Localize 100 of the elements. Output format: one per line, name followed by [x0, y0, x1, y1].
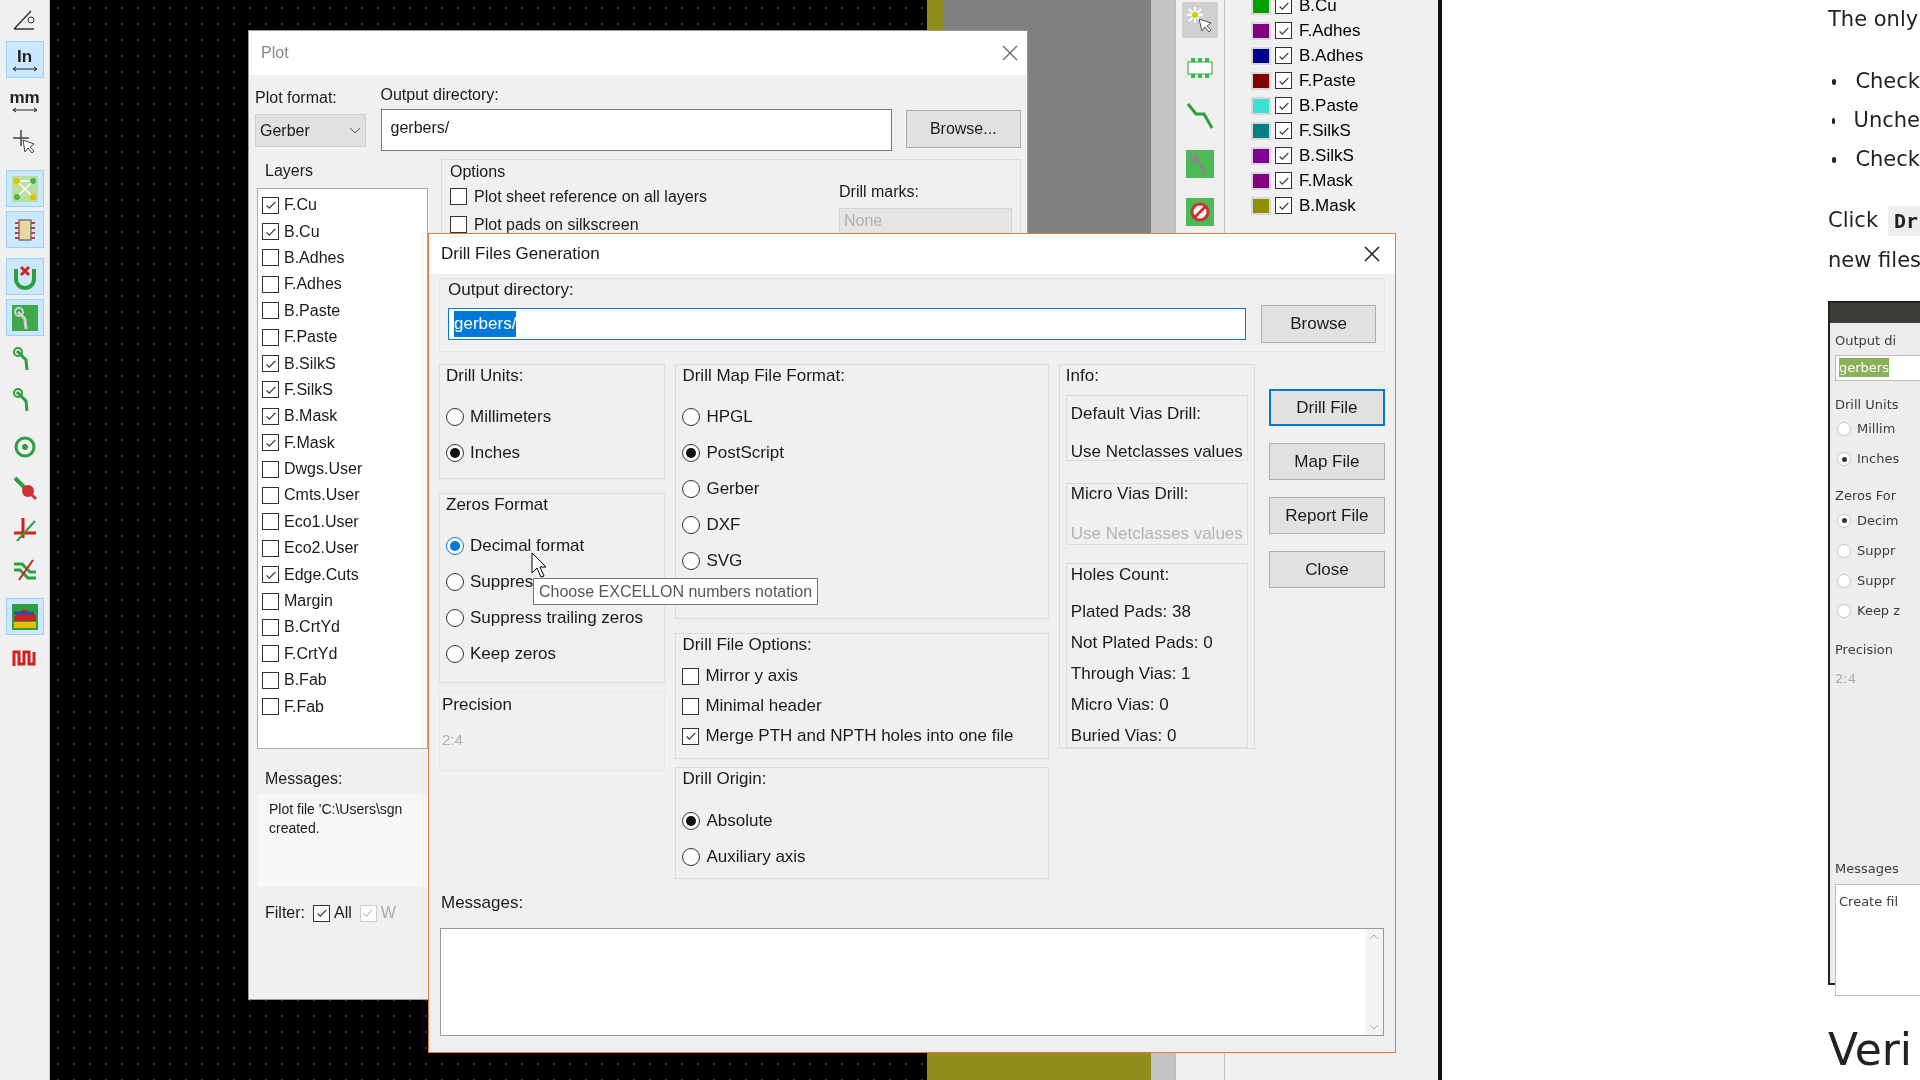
radio-label: Auxiliary axis — [706, 846, 806, 869]
precision-value: 2:4 — [442, 730, 464, 750]
checkbox[interactable] — [1275, 47, 1292, 64]
output-directory-field[interactable]: gerbers/ — [380, 109, 892, 151]
radio-button[interactable] — [682, 480, 701, 498]
layer-color-swatch[interactable] — [1251, 71, 1271, 90]
list-item-text: Check — [1855, 145, 1920, 173]
tool-button[interactable] — [5, 598, 44, 635]
unit-button[interactable]: mm — [5, 82, 44, 119]
radio-button[interactable] — [682, 408, 701, 426]
checkbox[interactable] — [1275, 72, 1292, 89]
checkbox[interactable] — [1275, 0, 1292, 14]
checkbox[interactable] — [450, 216, 467, 233]
layer-name: F.SilkS — [284, 379, 333, 400]
checkbox[interactable] — [262, 671, 279, 689]
checkbox[interactable] — [262, 513, 279, 531]
checkbox[interactable] — [262, 487, 279, 504]
format-dropdown[interactable]: Gerber — [255, 114, 366, 147]
message-text: Create fil — [1839, 894, 1899, 909]
checkbox[interactable] — [262, 275, 279, 293]
checkbox[interactable] — [262, 196, 279, 214]
checkbox[interactable] — [262, 434, 279, 452]
radio-button[interactable] — [682, 516, 701, 534]
checkbox[interactable] — [1275, 122, 1292, 139]
unit-button[interactable]: In — [5, 41, 44, 78]
checkbox[interactable] — [262, 698, 279, 716]
checkbox[interactable] — [1275, 172, 1292, 189]
radio-button[interactable] — [682, 444, 701, 462]
tool-button[interactable] — [5, 211, 44, 248]
layer-color-swatch[interactable] — [1251, 0, 1271, 15]
checkbox[interactable] — [262, 407, 279, 425]
radio-button[interactable] — [446, 573, 464, 591]
layer-color-swatch[interactable] — [1251, 146, 1271, 165]
checkbox[interactable] — [450, 188, 467, 205]
no-entry-icon — [1185, 197, 1215, 227]
checkbox[interactable] — [262, 381, 279, 399]
checkbox[interactable] — [262, 355, 279, 373]
checkbox[interactable] — [262, 592, 279, 610]
radio-button[interactable] — [446, 645, 464, 663]
track-icon — [1185, 101, 1215, 131]
checkbox[interactable] — [1275, 22, 1292, 39]
group-label: Precision — [442, 694, 513, 714]
radio-button[interactable] — [682, 848, 701, 866]
checkbox[interactable] — [1275, 147, 1292, 164]
layer-name: B.Paste — [1299, 94, 1359, 117]
checkbox[interactable] — [1275, 197, 1292, 214]
radio-label: Keep z — [1857, 601, 1901, 620]
radio-button[interactable] — [446, 444, 464, 462]
dialog-button[interactable]: Drill File — [1268, 389, 1385, 426]
checkbox[interactable] — [682, 697, 700, 715]
layer-name: Dwgs.User — [284, 459, 363, 480]
checkbox[interactable] — [682, 727, 700, 745]
checkbox[interactable] — [262, 249, 279, 267]
radio-button[interactable] — [682, 812, 701, 830]
dialog-button[interactable]: Report File — [1268, 497, 1385, 534]
group-label: Zeros Format — [446, 494, 550, 516]
layer-color-swatch[interactable] — [1251, 21, 1271, 40]
radio-button[interactable] — [682, 552, 701, 570]
layer-name: F.Fab — [284, 696, 324, 717]
tool-button[interactable] — [1182, 2, 1218, 38]
layer-color-swatch[interactable] — [1251, 121, 1271, 140]
message-text: created. — [269, 819, 321, 838]
checkbox[interactable] — [313, 904, 330, 922]
close-icon[interactable] — [1363, 245, 1381, 263]
browse-button[interactable]: Browse... — [905, 110, 1021, 148]
layer-name: B.Paste — [284, 300, 341, 321]
section-label: Messages: — [264, 769, 344, 789]
radio-button[interactable] — [446, 408, 464, 426]
section-label: Options — [450, 162, 507, 182]
checkbox[interactable] — [262, 539, 279, 557]
radio-button[interactable] — [446, 609, 464, 627]
radio-label: Millim — [1857, 420, 1896, 439]
radio-label: Decim — [1857, 511, 1899, 530]
checkbox[interactable] — [262, 328, 279, 346]
layer-color-swatch[interactable] — [1251, 196, 1271, 215]
list-item-text: Check — [1855, 67, 1920, 95]
layer-name: B.SilkS — [1299, 144, 1354, 167]
checkbox[interactable] — [682, 667, 700, 685]
browse-button[interactable]: Browse — [1261, 305, 1376, 343]
output-directory-field[interactable]: gerbers/ — [448, 308, 1247, 340]
checkbox[interactable] — [262, 618, 279, 636]
hole-count: Buried Vias: 0 — [1070, 725, 1178, 747]
checkbox[interactable] — [262, 460, 279, 478]
checkbox[interactable] — [262, 223, 279, 241]
layer-color-swatch[interactable] — [1251, 96, 1271, 115]
checkbox[interactable] — [262, 302, 279, 320]
layer-name: F.Adhes — [1299, 19, 1361, 42]
layer-color-swatch[interactable] — [1251, 46, 1271, 65]
double-arrow-icon — [11, 106, 38, 113]
checkbox[interactable] — [262, 645, 279, 663]
checkbox-label: Plot sheet reference on all layers — [474, 186, 707, 207]
window-title: Plot — [261, 43, 289, 63]
checkbox[interactable] — [262, 566, 279, 584]
dialog-button[interactable]: Close — [1268, 551, 1385, 588]
checkbox[interactable] — [1275, 97, 1292, 114]
dialog-button[interactable]: Map File — [1268, 443, 1385, 480]
radio-button[interactable] — [446, 537, 464, 555]
layer-color-swatch[interactable] — [1251, 171, 1271, 190]
tool-button[interactable] — [5, 258, 44, 295]
chevron-icon — [348, 126, 361, 135]
